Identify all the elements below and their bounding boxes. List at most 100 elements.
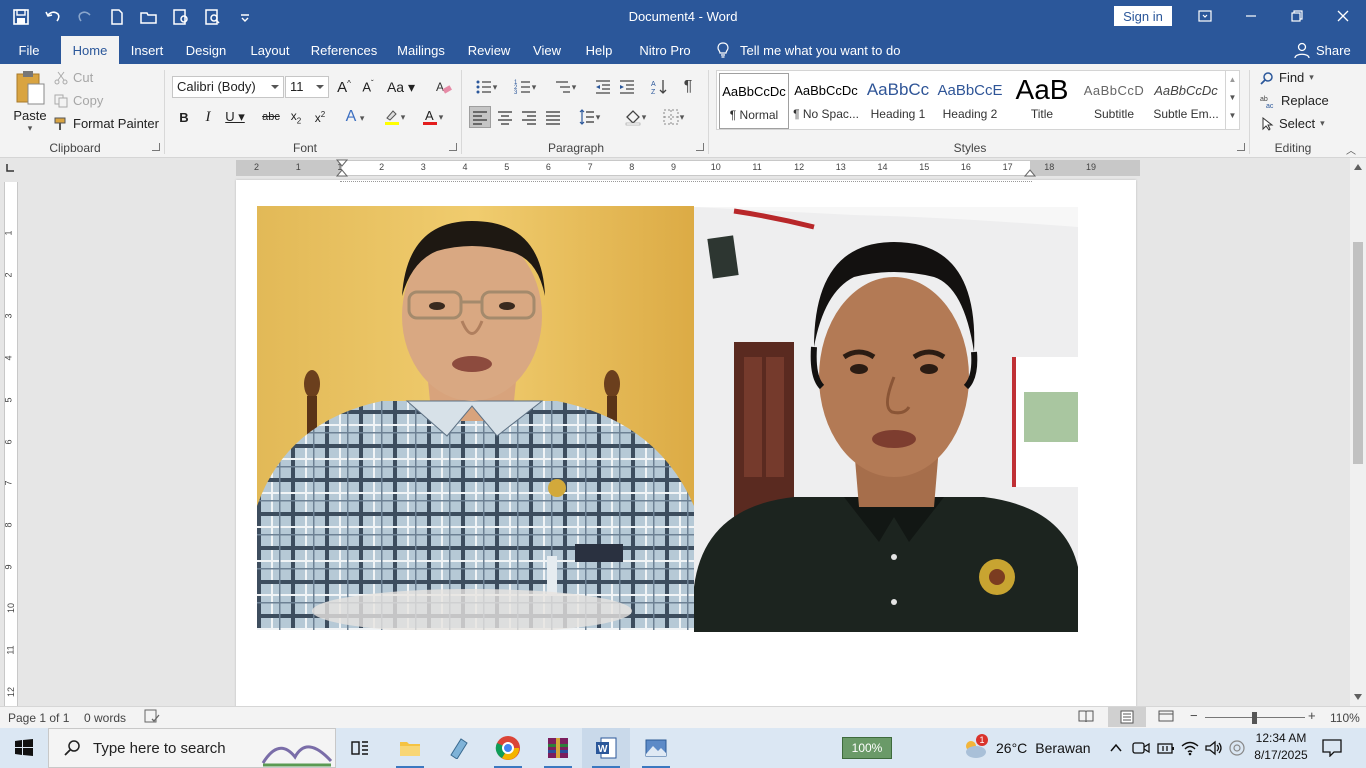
photo-right[interactable] <box>694 207 1078 632</box>
sign-in-button[interactable]: Sign in <box>1114 6 1172 26</box>
wifi-icon[interactable] <box>1180 728 1200 768</box>
web-layout-icon[interactable] <box>1158 709 1174 726</box>
line-spacing-button[interactable]: ▾ <box>572 106 606 128</box>
vertical-scrollbar[interactable] <box>1350 158 1366 706</box>
format-painter-button[interactable]: Format Painter <box>54 116 159 131</box>
style-subtle-emphasis[interactable]: AaBbCcDc Subtle Em... <box>1151 73 1221 129</box>
cut-button[interactable]: Cut <box>54 70 93 85</box>
close-icon[interactable] <box>1320 0 1366 32</box>
text-effects-button[interactable]: A ▾ <box>340 106 370 128</box>
task-view-icon[interactable] <box>336 728 384 768</box>
word-taskbar-icon[interactable]: W <box>582 728 630 768</box>
scroll-thumb[interactable] <box>1353 242 1363 464</box>
page-count[interactable]: Page 1 of 1 <box>8 711 69 725</box>
tab-insert[interactable]: Insert <box>124 36 170 64</box>
volume-icon[interactable] <box>1204 728 1224 768</box>
paragraph-launcher-icon[interactable] <box>696 143 704 151</box>
font-size-select[interactable]: 11 <box>285 76 329 98</box>
horizontal-ruler[interactable]: 2 1 1 2 3 4 5 6 7 8 9 10 11 12 13 14 15 16 17 18 19 <box>236 159 1140 177</box>
sort-button[interactable]: AZ <box>648 76 670 98</box>
clear-formatting-button[interactable]: A <box>432 76 454 98</box>
align-center-button[interactable] <box>494 106 516 128</box>
clock[interactable]: 12:34 AM 8/17/2025 <box>1248 730 1314 764</box>
shrink-font-button[interactable]: Aˇ <box>358 76 378 98</box>
zoom-out-icon[interactable]: − <box>1190 708 1198 723</box>
weather-widget[interactable]: 1 26°C Berawan <box>962 728 1091 768</box>
share-button[interactable]: Share <box>1294 36 1351 64</box>
style-heading-1[interactable]: AaBbCc Heading 1 <box>863 73 933 129</box>
document-page[interactable] <box>236 180 1136 710</box>
photos-icon[interactable] <box>632 728 680 768</box>
style-heading-2[interactable]: AaBbCcE Heading 2 <box>935 73 1005 129</box>
tab-design[interactable]: Design <box>180 36 232 64</box>
styles-scrollbar[interactable]: ▲ ▼ ▼ <box>1225 71 1239 129</box>
notification-center-icon[interactable] <box>1322 728 1342 768</box>
bullets-button[interactable]: ▾ <box>470 76 502 98</box>
vertical-ruler[interactable]: 12345678910111213 <box>4 182 18 738</box>
shading-button[interactable]: ▾ <box>618 106 652 128</box>
increase-indent-button[interactable] <box>616 76 638 98</box>
ribbon-display-options-icon[interactable] <box>1182 0 1228 32</box>
zoom-level[interactable]: 110% <box>1330 711 1360 725</box>
zoom-in-icon[interactable]: + <box>1308 708 1316 723</box>
tab-help[interactable]: Help <box>578 36 620 64</box>
underline-button[interactable]: U ▾ <box>222 106 248 128</box>
tab-selector[interactable] <box>4 162 16 174</box>
numbering-button[interactable]: 1 2 3 ▾ <box>508 76 542 98</box>
multilevel-list-button[interactable]: ▾ <box>548 76 582 98</box>
proofing-icon[interactable] <box>144 709 160 726</box>
show-formatting-button[interactable]: ¶ <box>678 76 698 98</box>
collapse-ribbon-icon[interactable]: ︿ <box>1346 142 1356 157</box>
app-icon[interactable] <box>434 728 482 768</box>
style-title[interactable]: AaB Title <box>1007 73 1077 129</box>
copy-button[interactable]: Copy <box>54 93 103 108</box>
right-indent-marker-icon[interactable] <box>1024 165 1036 177</box>
word-count[interactable]: 0 words <box>84 711 126 725</box>
winrar-icon[interactable] <box>534 728 582 768</box>
style-no-spacing[interactable]: AaBbCcDc ¶ No Spac... <box>791 73 861 129</box>
highlight-button[interactable]: ▾ <box>378 106 410 128</box>
chrome-icon[interactable] <box>484 728 532 768</box>
scroll-up-icon[interactable] <box>1354 164 1362 170</box>
tab-home[interactable]: Home <box>61 36 119 64</box>
location-icon[interactable] <box>1228 728 1246 768</box>
power-plug-icon[interactable] <box>1156 728 1176 768</box>
tab-nitro-pro[interactable]: Nitro Pro <box>632 36 698 64</box>
justify-button[interactable] <box>542 106 564 128</box>
zoom-slider-thumb[interactable] <box>1252 712 1257 724</box>
more-styles-icon[interactable]: ▼ <box>1226 107 1239 125</box>
align-left-button[interactable] <box>469 106 491 128</box>
tab-mailings[interactable]: Mailings <box>392 36 450 64</box>
clipboard-launcher-icon[interactable] <box>152 143 160 151</box>
font-name-select[interactable]: Calibri (Body) <box>172 76 284 98</box>
scroll-down-icon[interactable] <box>1354 694 1362 700</box>
chevron-up-icon[interactable]: ▲ <box>1226 71 1239 89</box>
bold-button[interactable]: B <box>174 106 194 128</box>
tab-review[interactable]: Review <box>462 36 516 64</box>
taskbar-search-box[interactable]: Type here to search <box>48 728 336 768</box>
chevron-up-icon[interactable] <box>1108 728 1124 768</box>
tab-layout[interactable]: Layout <box>244 36 296 64</box>
decrease-indent-button[interactable] <box>592 76 614 98</box>
start-button[interactable] <box>0 728 48 768</box>
meet-now-icon[interactable] <box>1132 728 1150 768</box>
find-button[interactable]: Find ▾ <box>1260 70 1314 85</box>
font-color-button[interactable]: A ▾ <box>416 106 448 128</box>
italic-button[interactable]: I <box>198 106 218 128</box>
paste-button[interactable]: Paste ▾ <box>10 70 50 134</box>
tab-references[interactable]: References <box>308 36 380 64</box>
change-case-button[interactable]: Aa ▾ <box>386 76 416 98</box>
tell-me-box[interactable]: Tell me what you want to do <box>716 36 900 64</box>
photo-left[interactable] <box>257 206 694 630</box>
tab-view[interactable]: View <box>528 36 566 64</box>
borders-button[interactable]: ▾ <box>656 106 690 128</box>
strikethrough-button[interactable]: abc <box>260 106 282 128</box>
font-launcher-icon[interactable] <box>449 143 457 151</box>
superscript-button[interactable]: x2 <box>310 106 330 128</box>
chevron-down-icon[interactable]: ▼ <box>1226 89 1239 107</box>
style-normal[interactable]: AaBbCcDc ¶ Normal <box>719 73 789 129</box>
select-button[interactable]: Select ▾ <box>1260 116 1325 131</box>
align-right-button[interactable] <box>518 106 540 128</box>
restore-icon[interactable] <box>1274 0 1320 32</box>
indent-marker-icon[interactable] <box>336 159 348 177</box>
